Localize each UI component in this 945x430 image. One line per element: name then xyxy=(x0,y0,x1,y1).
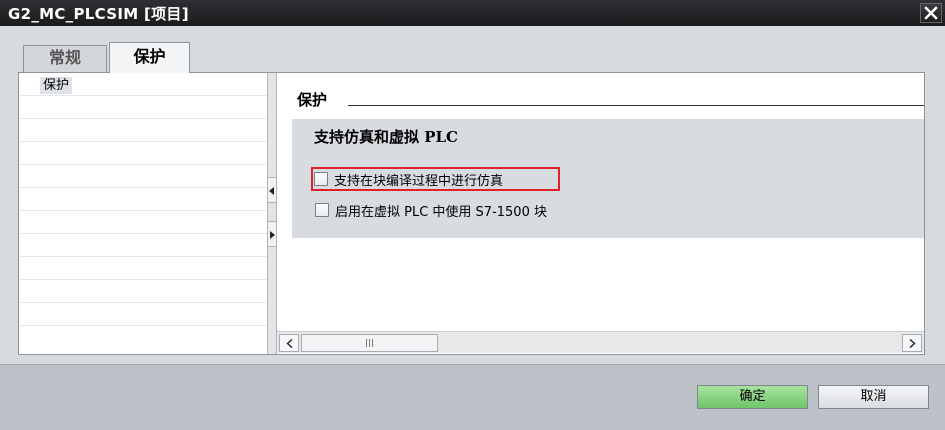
nav-tree: 保护 xyxy=(19,73,269,354)
window-title: G2_MC_PLCSIM [项目] xyxy=(8,5,189,23)
splitter[interactable] xyxy=(267,73,277,354)
properties-dialog: 常规 保护 保护 保护 支持仿真和虚拟 PLC 支持在块编译过程中进行仿真 启用… xyxy=(0,26,945,430)
expand-right-button[interactable] xyxy=(268,221,276,247)
scroll-thumb[interactable] xyxy=(301,334,438,352)
chevron-left-icon xyxy=(286,339,293,348)
nav-row xyxy=(19,211,269,234)
nav-row xyxy=(19,303,269,326)
checkbox[interactable] xyxy=(314,172,328,186)
triangle-right-icon xyxy=(270,231,275,239)
tab-general[interactable]: 常规 xyxy=(23,45,107,72)
dialog-footer: 确定 取消 xyxy=(0,365,945,430)
simulation-group: 支持仿真和虚拟 PLC 支持在块编译过程中进行仿真 启用在虚拟 PLC 中使用 … xyxy=(292,119,924,238)
nav-row xyxy=(19,165,269,188)
scroll-left-button[interactable] xyxy=(279,334,299,352)
horizontal-scrollbar[interactable] xyxy=(277,331,924,353)
cancel-button[interactable]: 取消 xyxy=(818,385,929,409)
nav-row xyxy=(19,119,269,142)
scroll-right-button[interactable] xyxy=(902,334,922,352)
option-label: 启用在虚拟 PLC 中使用 S7-1500 块 xyxy=(335,204,547,220)
section-divider xyxy=(348,105,924,106)
nav-row xyxy=(19,257,269,280)
checkbox[interactable] xyxy=(315,203,329,217)
nav-item-protection[interactable]: 保护 xyxy=(40,77,73,94)
chevron-right-icon xyxy=(909,339,916,348)
ok-button[interactable]: 确定 xyxy=(697,385,808,409)
tab-protection[interactable]: 保护 xyxy=(109,42,190,73)
section-title: 保护 xyxy=(297,91,328,109)
nav-row xyxy=(19,234,269,257)
option-virtual-plc-s7-1500[interactable]: 启用在虚拟 PLC 中使用 S7-1500 块 xyxy=(315,200,547,220)
nav-row: 保护 xyxy=(19,73,269,96)
group-title: 支持仿真和虚拟 PLC xyxy=(314,128,458,146)
triangle-left-icon xyxy=(269,187,274,195)
grip-icon xyxy=(366,339,373,347)
option-label: 支持在块编译过程中进行仿真 xyxy=(334,173,504,189)
content-area: 保护 支持仿真和虚拟 PLC 支持在块编译过程中进行仿真 启用在虚拟 PLC 中… xyxy=(277,73,924,354)
nav-row xyxy=(19,142,269,165)
nav-row xyxy=(19,96,269,119)
title-bar: G2_MC_PLCSIM [项目] xyxy=(0,0,945,26)
properties-panel: 保护 保护 支持仿真和虚拟 PLC 支持在块编译过程中进行仿真 启用在虚拟 PL… xyxy=(18,72,925,355)
option-simulation-compile[interactable]: 支持在块编译过程中进行仿真 xyxy=(314,169,503,189)
close-button[interactable] xyxy=(920,3,942,23)
collapse-left-button[interactable] xyxy=(268,177,276,203)
nav-row xyxy=(19,188,269,211)
close-icon xyxy=(924,6,938,20)
nav-row xyxy=(19,280,269,303)
